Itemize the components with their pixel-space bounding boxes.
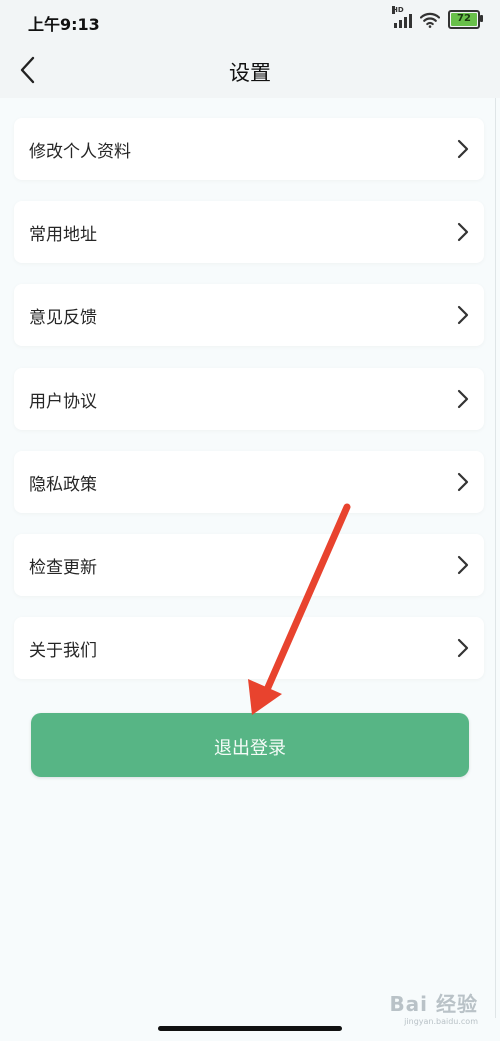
menu-item-label: 常用地址	[29, 225, 97, 245]
settings-list: 修改个人资料 常用地址 意见反馈 用户协议 隐私政策 检查更新 关于我们 退出登…	[0, 98, 500, 1041]
menu-item-label: 隐私政策	[29, 475, 97, 495]
header: 设置	[0, 40, 500, 98]
chevron-right-icon	[457, 638, 469, 658]
chevron-right-icon	[457, 389, 469, 409]
status-icons: HD 72	[392, 5, 483, 29]
chevron-right-icon	[457, 222, 469, 242]
scroll-edge	[495, 98, 496, 1018]
menu-item-label: 关于我们	[29, 641, 97, 661]
watermark: Bai 经验 jingyan.baidu.com	[389, 988, 478, 1026]
menu-item-address[interactable]: 常用地址	[14, 201, 484, 263]
menu-item-label: 检查更新	[29, 558, 97, 578]
network-type: HD	[392, 5, 404, 14]
battery-level: 72	[451, 13, 477, 26]
logout-button[interactable]: 退出登录	[31, 713, 469, 777]
chevron-right-icon	[457, 139, 469, 159]
chevron-right-icon	[457, 472, 469, 492]
menu-item-check-update[interactable]: 检查更新	[14, 534, 484, 596]
chevron-right-icon	[457, 555, 469, 575]
chevron-right-icon	[457, 305, 469, 325]
menu-item-user-agreement[interactable]: 用户协议	[14, 368, 484, 430]
home-indicator[interactable]	[158, 1026, 342, 1031]
menu-item-about-us[interactable]: 关于我们	[14, 617, 484, 679]
logout-button-label: 退出登录	[214, 738, 286, 759]
menu-item-label: 修改个人资料	[29, 142, 131, 162]
watermark-brand: Bai 经验	[389, 992, 478, 1016]
signal-icon: HD	[392, 5, 412, 28]
status-time: 上午9:13	[28, 15, 100, 34]
menu-item-feedback[interactable]: 意见反馈	[14, 284, 484, 346]
watermark-url: jingyan.baidu.com	[404, 1017, 478, 1026]
menu-item-label: 用户协议	[29, 392, 97, 412]
page-title: 设置	[229, 61, 271, 85]
menu-item-privacy-policy[interactable]: 隐私政策	[14, 451, 484, 513]
battery-icon: 72	[448, 10, 483, 29]
status-bar: 上午9:13 HD 72	[0, 0, 500, 40]
menu-item-edit-profile[interactable]: 修改个人资料	[14, 118, 484, 180]
menu-item-label: 意见反馈	[29, 308, 97, 328]
wifi-icon	[420, 12, 440, 28]
